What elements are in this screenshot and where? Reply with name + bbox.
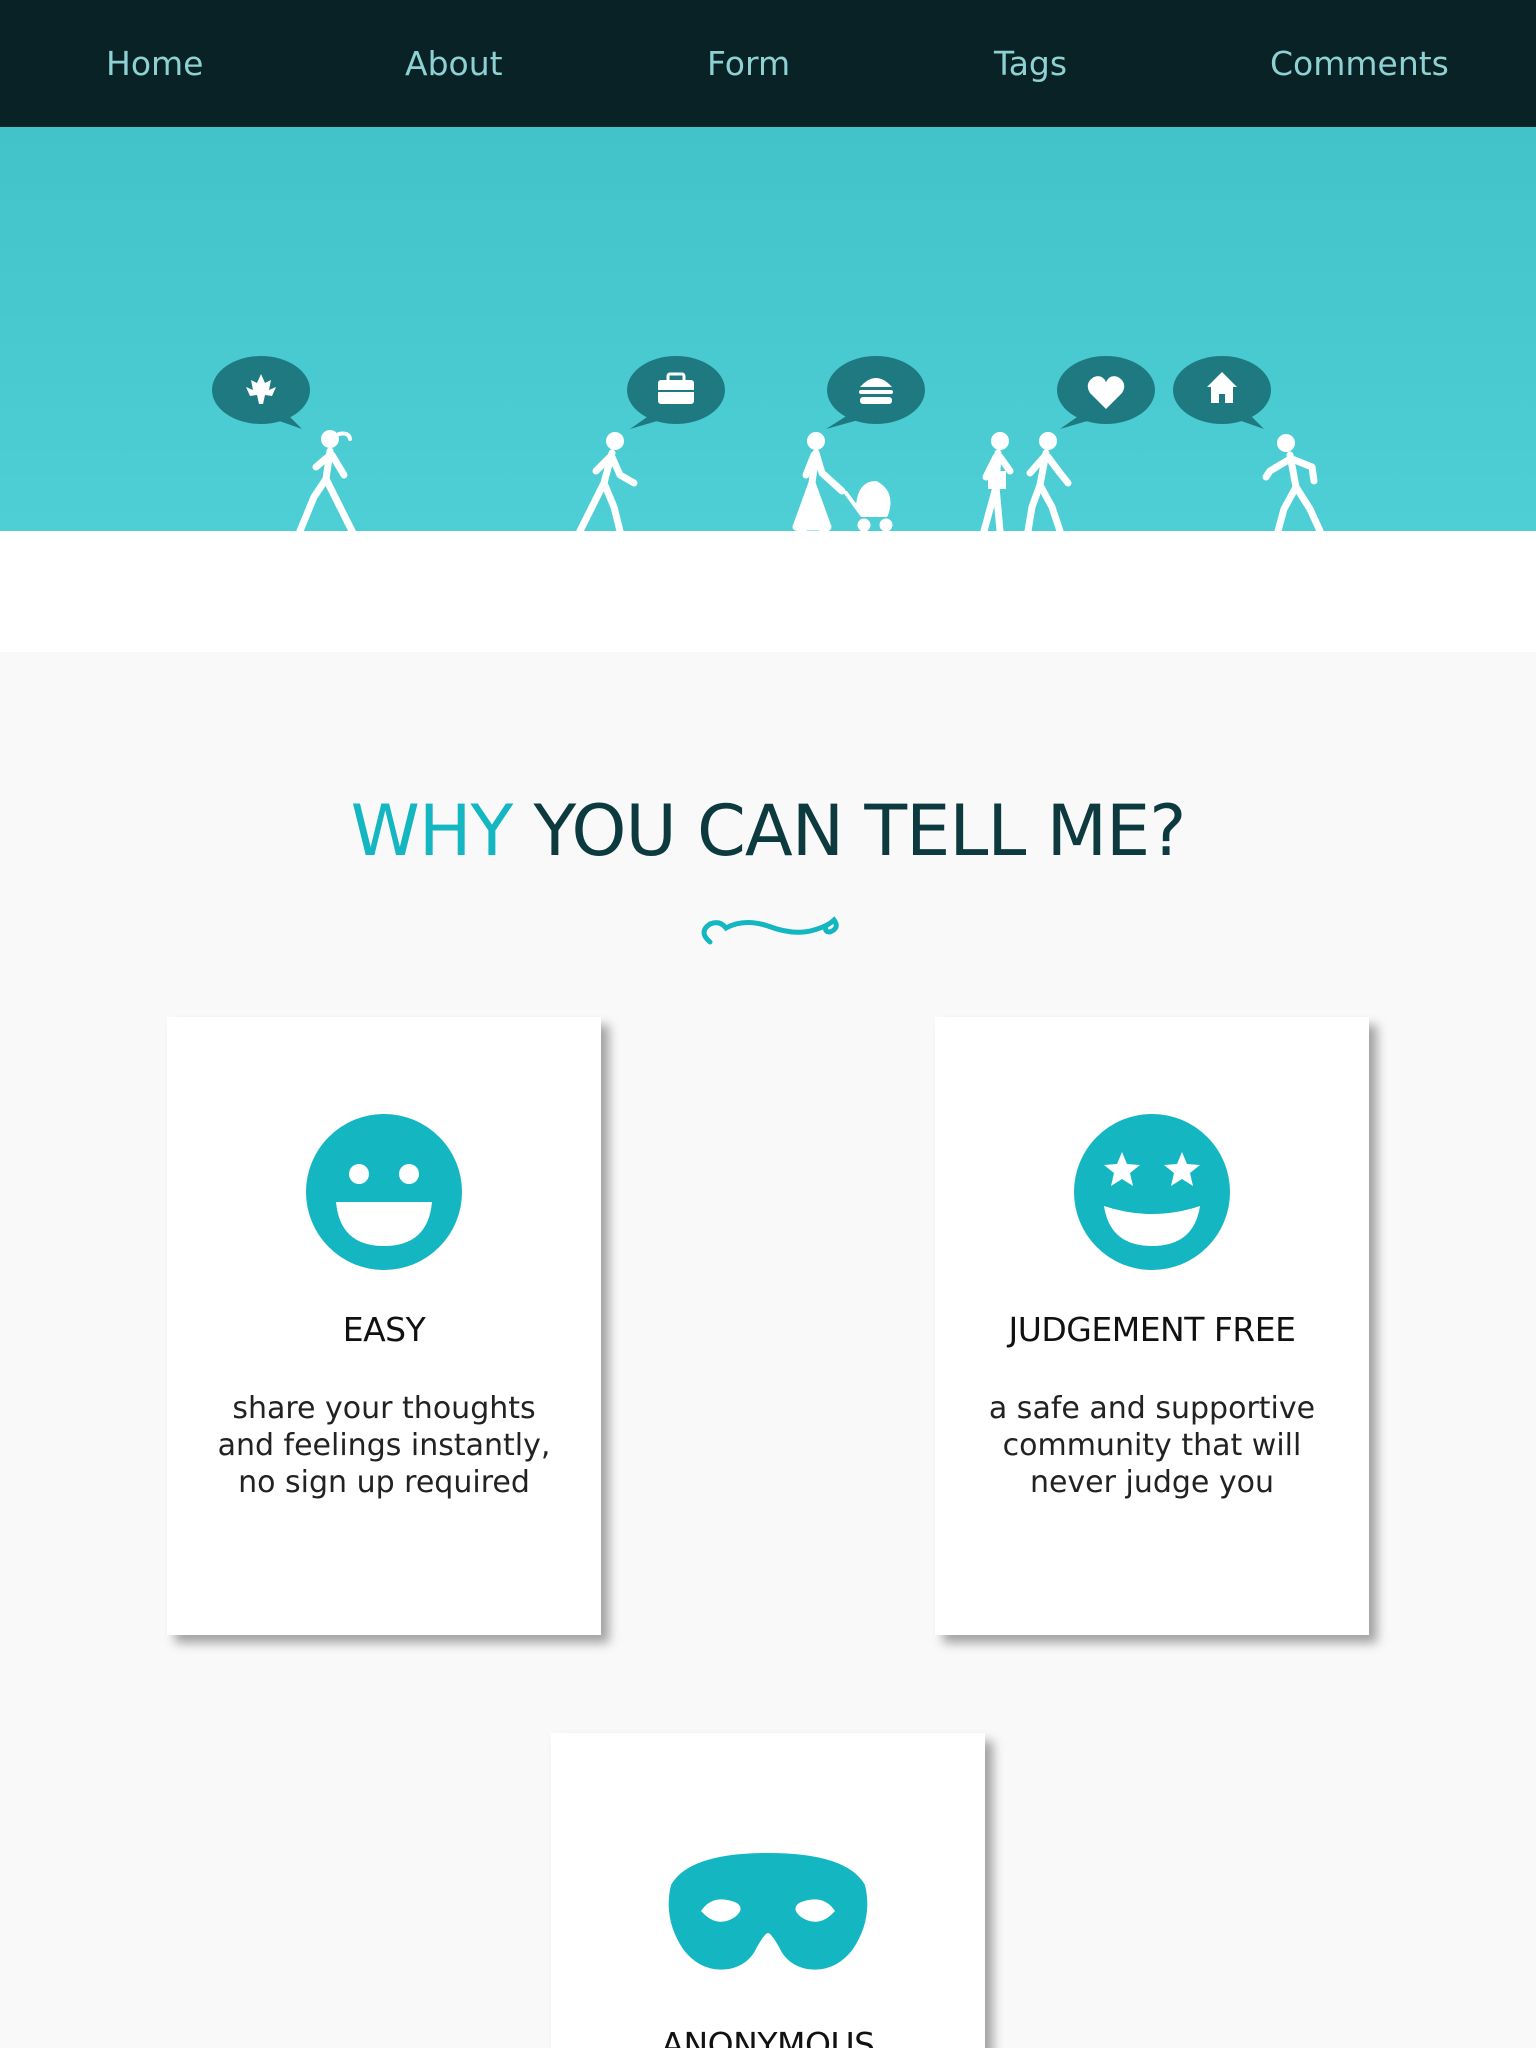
bubble-burger: [826, 356, 925, 429]
star-eyes-face-icon: [935, 1114, 1369, 1274]
squiggle-divider-icon: [701, 916, 839, 945]
section-title: WHY YOU CAN TELL ME?: [0, 790, 1536, 872]
person-with-stroller-figure: [792, 432, 846, 531]
hero-bottom-band: [0, 531, 1536, 652]
walking-man-left-figure: [1262, 434, 1324, 531]
card-description: share your thoughts and feelings instant…: [217, 1391, 551, 1500]
bubble-maple-leaf: [212, 356, 310, 429]
hero-illustration: [212, 356, 1324, 531]
bubble-briefcase: [627, 356, 725, 429]
section-title-accent: WHY: [350, 790, 514, 872]
card-description: a safe and supportive community that wil…: [988, 1391, 1316, 1500]
walking-man-figure: [576, 432, 638, 531]
nav-about[interactable]: About: [405, 0, 503, 127]
nav-form[interactable]: Form: [707, 0, 790, 127]
nav-tags[interactable]: Tags: [994, 0, 1067, 127]
section-title-rest: YOU CAN TELL ME?: [533, 790, 1186, 872]
mask-icon: [551, 1849, 985, 1977]
top-nav: Home About Form Tags Comments: [0, 0, 1536, 127]
nav-home[interactable]: Home: [106, 0, 203, 127]
feature-card-judgement-free: JUDGEMENT FREE a safe and supportive com…: [935, 1017, 1369, 1635]
nav-comments[interactable]: Comments: [1270, 0, 1449, 127]
hero-banner: [0, 127, 1536, 531]
feature-card-easy: EASY share your thoughts and feelings in…: [167, 1017, 601, 1635]
card-title: ANONYMOUS: [661, 2025, 875, 2048]
smile-face-icon: [167, 1114, 601, 1274]
card-title: JUDGEMENT FREE: [1008, 1310, 1297, 1349]
feature-card-anonymous: ANONYMOUS: [551, 1733, 985, 2048]
walking-woman-figure: [296, 430, 356, 531]
stroller-figure: [844, 481, 893, 531]
card-title: EASY: [342, 1310, 426, 1349]
bubble-heart: [1057, 356, 1155, 429]
couple-figure: [980, 432, 1072, 531]
bubble-house: [1173, 356, 1271, 429]
